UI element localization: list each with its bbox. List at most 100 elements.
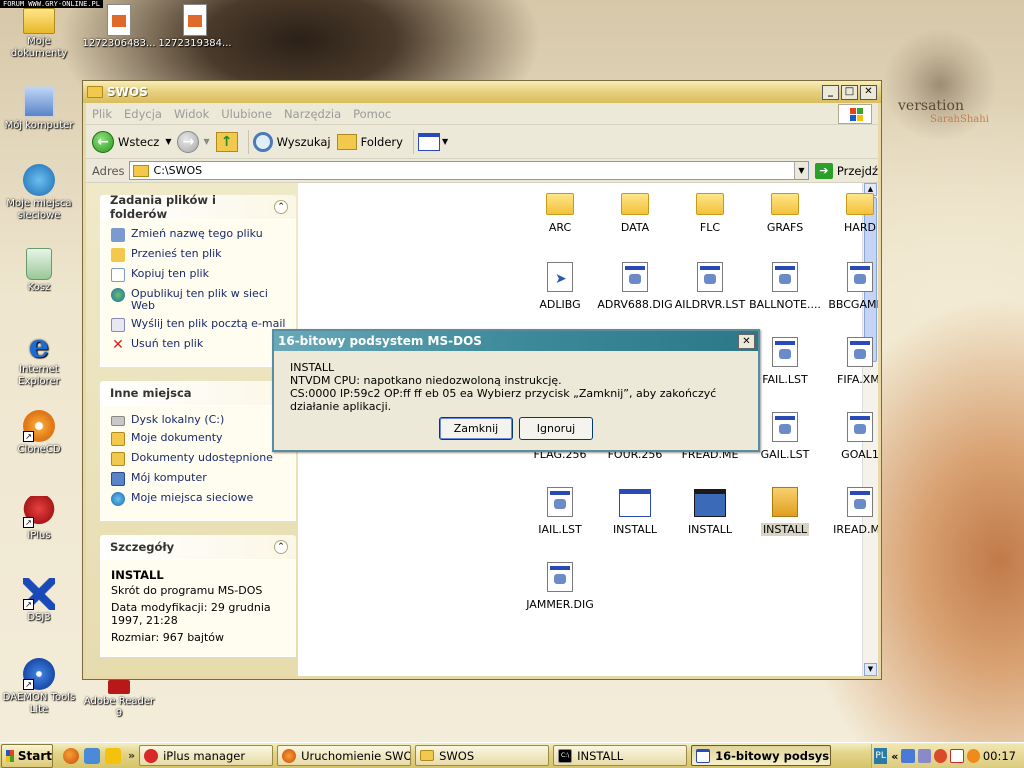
desktop-icon-file-2[interactable]: 1272319384... [156,4,234,50]
file-item[interactable]: IAIL.LST [520,487,600,536]
taskbar-item-dialog[interactable]: 16-bitowy podsys... [691,745,832,766]
file-item[interactable]: INSTALL [670,487,750,536]
image-file-icon [107,4,131,36]
file-item[interactable]: BALLNOTE.... [745,262,825,311]
place-local-disk[interactable]: Dysk lokalny (C:) [111,414,287,426]
menu-plik[interactable]: Plik [86,107,118,121]
windows-logo-icon [6,749,14,762]
task-publish[interactable]: Opublikuj ten plik w sieci Web [111,288,287,312]
file-item[interactable]: FLC [670,187,750,234]
desktop-icon-file-1[interactable]: 1272306483... [80,4,158,50]
desktop-icon-internet-explorer[interactable]: e Internet Explorer [0,330,78,388]
place-my-computer[interactable]: Mój komputer [111,472,287,486]
desktop-icon-clonecd[interactable]: ↗ CloneCD [0,410,78,456]
address-dropdown-button[interactable]: ▼ [793,162,808,179]
dialog-ignore-button[interactable]: Ignoruj [519,417,593,440]
desktop-icon-dsj3[interactable]: ↗ DSJ3 [0,578,78,624]
file-item[interactable]: AILDRVR.LST [670,262,750,311]
desktop-icon-iplus[interactable]: ↗ iPlus [0,496,78,542]
place-shared-documents[interactable]: Dokumenty udostępnione [111,452,287,466]
collapse-icon[interactable]: ⌃ [274,540,288,554]
desktop-icon-daemon-tools[interactable]: ↗ DAEMON Tools Lite [0,658,78,716]
file-tasks-header[interactable]: Zadania plików i folderów ⌃ [100,193,296,221]
file-item[interactable]: ARC [520,187,600,234]
file-item[interactable]: GOAL1 [820,412,878,461]
app-icon[interactable] [105,747,121,764]
dialog-close-app-button[interactable]: Zamknij [439,417,513,440]
file-item[interactable]: INSTALL [745,487,825,536]
task-copy[interactable]: Kopiuj ten plik [111,268,287,282]
chevron-right-icon[interactable]: » [128,749,135,762]
firefox-icon[interactable] [63,747,79,764]
file-item[interactable]: ➤ ADLIBG [520,262,600,311]
taskbar-item-swos[interactable]: SWOS [415,745,550,766]
taskbar-item-iplus[interactable]: iPlus manager [139,745,274,766]
desktop-icon-my-computer[interactable]: Mój komputer [0,86,78,132]
menu-widok[interactable]: Widok [168,107,215,121]
collapse-icon[interactable]: ⌃ [274,200,288,214]
forward-button[interactable]: → ▼ [177,130,210,153]
task-delete[interactable]: ✕ Usuń ten plik [111,338,287,353]
file-item-label: GRAFS [766,221,804,234]
desktop-icon-recycle-bin[interactable]: Kosz [0,248,78,294]
window-titlebar[interactable]: SWOS _ □ ✕ [83,81,881,103]
mail-tray-icon[interactable] [950,749,964,763]
monitor-tray-icon[interactable] [917,749,931,763]
dialog-line-3: CS:0000 IP:59c2 OP:ff ff eb 05 ea Wybier… [290,387,717,413]
go-button[interactable]: ➔ Przejdź [814,162,878,179]
address-bar: Adres C:\SWOS ▼ ➔ Przejdź [86,159,878,183]
desktop-icon-adobe-reader[interactable]: Adobe Reader 9 [80,680,158,720]
other-places-header[interactable]: Inne miejsca [100,381,296,405]
place-my-documents[interactable]: Moje dokumenty [111,432,287,446]
scroll-down-button[interactable]: ▼ [864,663,877,676]
file-item[interactable]: JAMMER.DIG [520,562,600,611]
internet-explorer-icon: e [28,327,50,365]
shortcut-arrow-icon: ↗ [23,517,34,528]
task-email[interactable]: Wyślij ten plik pocztą e-mail [111,318,287,332]
menu-pomoc[interactable]: Pomoc [347,107,397,121]
file-item[interactable]: INSTALL [595,487,675,536]
desktop-icon-network-places[interactable]: Moje miejsca sieciowe [0,164,78,222]
folder-icon [546,193,574,215]
folder-icon [621,193,649,215]
start-button[interactable]: Start [1,743,53,768]
back-button[interactable]: ← Wstecz ▼ [92,130,171,153]
taskbar-item-firefox[interactable]: Uruchomienie SWO... [277,745,412,766]
desktop-icon-my-documents[interactable]: Moje dokumenty [0,8,78,60]
maximize-button[interactable]: □ [841,84,858,100]
menu-narzedzia[interactable]: Narzędzia [278,107,347,121]
chevron-left-icon[interactable]: « [891,750,898,763]
chevron-down-icon: ▼ [441,137,449,146]
gear-tray-icon[interactable] [933,749,948,763]
update-tray-icon[interactable] [966,749,980,763]
file-item[interactable]: GRAFS [745,187,825,234]
minimize-button[interactable]: _ [822,84,839,100]
firefox-icon [282,748,297,763]
network-tray-icon[interactable] [901,749,915,763]
task-rename[interactable]: Zmień nazwę tego pliku [111,228,287,242]
menu-edycja[interactable]: Edycja [118,107,168,121]
dialog-titlebar[interactable]: 16-bitowy podsystem MS-DOS ✕ [274,331,758,351]
back-arrow-icon: ← [92,130,114,153]
file-item[interactable]: ADRV688.DIG [595,262,675,311]
file-item[interactable]: IREAD.ME [820,487,878,536]
file-item[interactable]: FIFA.XMI [820,337,878,386]
menu-ulubione[interactable]: Ulubione [215,107,278,121]
taskbar-item-install[interactable]: C:\ INSTALL [553,745,688,766]
task-move[interactable]: Przenieś ten plik [111,248,287,262]
details-header[interactable]: Szczegóły ⌃ [100,535,296,559]
browser-icon[interactable] [84,747,100,764]
up-folder-button[interactable]: ↑ [215,131,238,152]
file-item[interactable]: HARD [820,187,878,234]
close-button[interactable]: ✕ [860,84,877,100]
file-item[interactable]: DATA [595,187,675,234]
views-button[interactable]: ▼ [417,132,449,151]
place-network[interactable]: Moje miejsca sieciowe [111,492,287,506]
language-indicator[interactable]: PL [874,748,888,764]
error-dialog[interactable]: 16-bitowy podsystem MS-DOS ✕ INSTALL NTV… [272,329,760,452]
file-item[interactable]: BBCGAMEN [820,262,878,311]
address-input[interactable]: C:\SWOS ▼ [128,161,809,180]
folders-button[interactable]: Foldery [336,133,403,150]
dialog-close-button[interactable]: ✕ [738,333,755,349]
search-button[interactable]: Wyszukaj [252,131,331,152]
